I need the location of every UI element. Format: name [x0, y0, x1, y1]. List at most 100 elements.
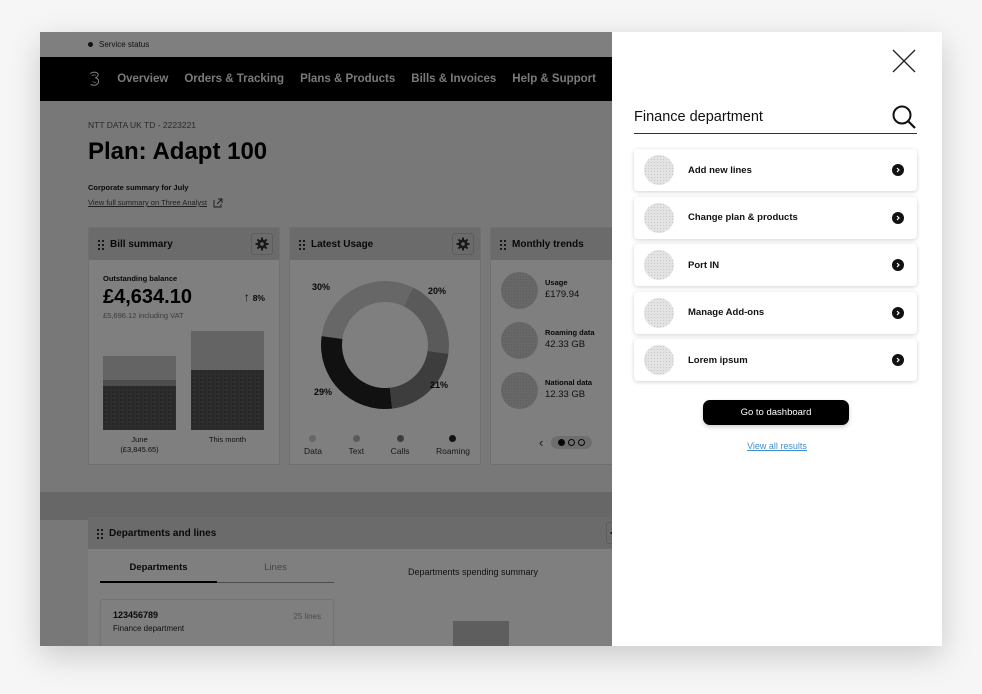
trend-value: 8% [252, 293, 265, 303]
result-add-new-lines[interactable]: Add new lines [634, 149, 917, 191]
drag-handle-icon[interactable] [499, 238, 506, 250]
latest-usage-header: Latest Usage [290, 228, 480, 260]
usage-donut-chart: 30% 20% 21% 29% Data Text Calls Roaming [290, 260, 480, 466]
nav-bills-invoices[interactable]: Bills & Invoices [411, 73, 496, 85]
bill-summary-header: Bill summary [89, 228, 279, 260]
bar-june [103, 356, 176, 430]
bar-label: June [131, 435, 148, 444]
status-dot-icon [88, 42, 93, 47]
view-summary-link-label: View full summary on Three Analyst [88, 198, 207, 207]
trend-value: 42.33 GB [545, 339, 586, 350]
bar-segment [191, 331, 264, 370]
widgets-row: Bill summary Outstanding balance £4,634.… [88, 227, 612, 465]
bar-label: This month [208, 435, 247, 444]
result-port-in[interactable]: Port IN [634, 244, 917, 286]
widget-title: Monthly trends [512, 238, 584, 250]
search-icon[interactable] [891, 104, 917, 130]
legend-label: Calls [390, 446, 410, 456]
service-status-label: Service status [99, 40, 150, 49]
department-card[interactable]: 123456789 25 lines Finance department [100, 599, 334, 646]
view-all-results-link[interactable]: View all results [612, 441, 942, 451]
nav-orders-tracking[interactable]: Orders & Tracking [184, 73, 284, 85]
drag-handle-icon[interactable] [298, 238, 305, 250]
section-divider-band [40, 492, 612, 520]
trend-item-roaming-data: Roaming data 42.33 GB [491, 322, 612, 360]
three-logo-icon[interactable] [88, 65, 101, 93]
external-link-icon [213, 198, 223, 207]
result-placeholder-icon [644, 155, 674, 185]
drag-handle-icon[interactable] [97, 238, 104, 250]
go-to-dashboard-button[interactable]: Go to dashboard [703, 400, 849, 425]
pct-label-calls: 21% [430, 380, 449, 390]
widget-title: Departments and lines [109, 527, 217, 539]
outstanding-value: £4,634.10 [103, 286, 192, 308]
departments-header: Departments and lines [88, 517, 612, 549]
bar-segment [103, 386, 176, 430]
nav-help-support[interactable]: Help & Support [512, 73, 596, 85]
close-icon[interactable] [891, 48, 917, 74]
bar-label-june: June (£3,845.65) [103, 435, 176, 455]
department-lines-count: 25 lines [293, 612, 321, 621]
result-label: Manage Add-ons [688, 307, 765, 318]
spending-bar [453, 621, 509, 646]
result-placeholder-icon [644, 297, 674, 328]
bar-segment [191, 370, 264, 430]
pager-dot[interactable] [578, 439, 586, 446]
legend-item-roaming: Roaming [436, 435, 470, 456]
legend-item-calls: Calls [390, 435, 410, 456]
tab-lines[interactable]: Lines [217, 562, 334, 583]
settings-button[interactable] [452, 233, 474, 255]
departments-widget: Departments and lines Departments Lines … [88, 517, 612, 646]
result-change-plan-products[interactable]: Change plan & products [634, 196, 917, 239]
result-placeholder-icon [644, 202, 674, 233]
result-label: Port IN [688, 259, 720, 271]
service-status-bar[interactable]: Service status [40, 32, 612, 57]
bar-label-this-month: This month [191, 435, 264, 445]
search-results: Add new lines Change plan & products Por… [634, 149, 917, 387]
chevron-left-icon[interactable]: ‹ [539, 435, 543, 450]
settings-button[interactable] [251, 233, 273, 255]
trends-pager: ‹ [539, 435, 593, 450]
app-window: Service status Overview Orders & Trackin… [40, 32, 942, 646]
tab-departments[interactable]: Departments [100, 562, 217, 583]
latest-usage-widget: Latest Usage 30% 20% 21% 29% Data Text C… [289, 227, 481, 465]
drag-handle-icon[interactable] [96, 527, 103, 539]
legend-dot [396, 435, 404, 442]
trend-value: 12.33 GB [545, 389, 586, 400]
pager-dot[interactable] [568, 439, 576, 446]
monthly-trends-header: Monthly trends [491, 228, 612, 260]
pager-dots [551, 436, 593, 449]
legend-item-data: Data [304, 435, 322, 456]
pager-dot-active[interactable] [558, 439, 566, 446]
monthly-trends-widget: Monthly trends Usage £179.94 Roaming data… [490, 227, 612, 465]
nav-plans-products[interactable]: Plans & Products [300, 73, 395, 85]
widget-title: Bill summary [110, 238, 173, 250]
result-label: Change plan & products [688, 212, 798, 223]
result-lorem-ipsum[interactable]: Lorem ipsum [634, 339, 917, 381]
result-manage-add-ons[interactable]: Manage Add-ons [634, 291, 917, 334]
bar-sublabel: (£3,845.65) [120, 445, 159, 454]
result-placeholder-icon [644, 250, 674, 280]
bar-this-month [191, 331, 264, 430]
view-summary-link[interactable]: View full summary on Three Analyst [88, 198, 223, 208]
chevron-right-icon [892, 211, 904, 224]
departments-tabs: Departments Lines [100, 562, 334, 583]
nav-overview[interactable]: Overview [117, 73, 168, 85]
bar-segment [103, 356, 176, 380]
summary-title: Corporate summary for July [88, 183, 189, 192]
chevron-right-icon [892, 259, 904, 271]
donut-svg [321, 281, 449, 409]
trend-value: £179.94 [545, 289, 580, 300]
pct-label-text: 20% [428, 286, 447, 296]
legend-label: Roaming [435, 446, 470, 456]
trend-label: Usage [545, 278, 568, 287]
pct-label-data: 30% [312, 282, 331, 292]
legend-label: Data [304, 446, 322, 456]
bill-summary-widget: Bill summary Outstanding balance £4,634.… [88, 227, 280, 465]
search-input[interactable] [634, 108, 874, 125]
legend-dot [352, 435, 360, 442]
result-label: Add new lines [688, 164, 752, 176]
chevron-right-icon [892, 306, 904, 319]
search-panel: Add new lines Change plan & products Por… [612, 32, 942, 646]
usage-legend: Data Text Calls Roaming [304, 435, 470, 456]
